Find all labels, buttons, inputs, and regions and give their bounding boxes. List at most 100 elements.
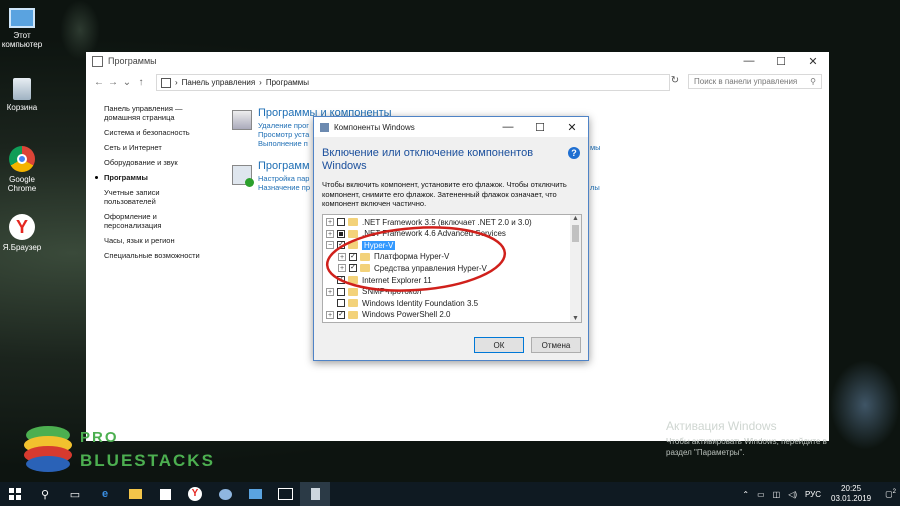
language-indicator[interactable]: РУС xyxy=(805,490,821,499)
dialog-description: Чтобы включить компонент, установите его… xyxy=(322,180,567,208)
logo-text-top: PRO xyxy=(80,429,119,446)
cancel-button[interactable]: Отмена xyxy=(531,337,581,353)
back-arrow-icon[interactable]: ← xyxy=(92,77,106,88)
nav-item[interactable]: Оборудование и звук xyxy=(104,158,224,167)
activation-title: Активация Windows xyxy=(666,419,777,433)
help-icon[interactable]: ? xyxy=(568,147,580,159)
feature-row[interactable]: + ✓ Windows PowerShell 2.0 xyxy=(326,309,450,321)
expand-toggle-icon[interactable]: + xyxy=(326,229,334,238)
display-icon[interactable]: ▭ xyxy=(757,490,765,499)
edge-icon[interactable]: e xyxy=(90,482,120,506)
refresh-icon[interactable]: ↻ xyxy=(670,75,680,86)
desktop-icon-label: Я.Браузер xyxy=(2,243,42,252)
nav-item[interactable]: Учетные записи пользователей xyxy=(104,188,224,206)
start-button[interactable] xyxy=(0,482,30,506)
feature-checkbox[interactable] xyxy=(337,218,345,226)
breadcrumb-item[interactable]: Панель управления xyxy=(182,78,256,87)
search-input[interactable]: Поиск в панели управления ⚲ xyxy=(688,74,822,89)
tree-scrollbar[interactable]: ▲ ▼ xyxy=(570,215,581,322)
feature-row[interactable]: ✓ Internet Explorer 11 xyxy=(326,274,432,286)
feature-row[interactable]: − ✓ Hyper-V xyxy=(326,239,396,251)
dialog-minimize-button[interactable]: — xyxy=(492,117,524,137)
default-programs-icon xyxy=(232,165,254,187)
nav-item[interactable]: Специальные возможности xyxy=(104,251,224,260)
clock[interactable]: 20:25 03.01.2019 xyxy=(831,484,871,504)
dialog-maximize-button[interactable]: ☐ xyxy=(524,117,556,137)
paint-icon[interactable] xyxy=(210,482,240,506)
feature-row[interactable]: + .NET Framework 3.5 (включает .NET 2.0 и… xyxy=(326,216,532,228)
feature-checkbox[interactable]: ✓ xyxy=(337,276,345,284)
scroll-down-icon[interactable]: ▼ xyxy=(570,315,581,322)
maximize-button[interactable]: ☐ xyxy=(765,52,797,70)
section-link[interactable]: Настройка пар xyxy=(258,174,310,183)
breadcrumb-item[interactable]: Программы xyxy=(266,78,309,87)
nav-item[interactable]: Панель управления — домашняя страница xyxy=(104,104,224,122)
yandex-browser-icon: Y xyxy=(9,214,35,240)
desktop-icon-yandex[interactable]: Y Я.Браузер xyxy=(0,214,44,252)
feature-row[interactable]: + .NET Framework 4.6 Advanced Services xyxy=(326,228,506,240)
volume-icon[interactable]: ◁) xyxy=(788,490,797,499)
folder-icon xyxy=(360,252,370,261)
feature-checkbox[interactable] xyxy=(337,287,345,296)
nav-item[interactable]: Оформление и персонализация xyxy=(104,212,224,230)
expand-toggle-icon[interactable]: + xyxy=(326,218,334,226)
search-icon[interactable]: ⚲ xyxy=(30,482,60,506)
expand-toggle-icon[interactable]: + xyxy=(338,252,346,261)
close-button[interactable]: ✕ xyxy=(797,52,829,70)
nav-item[interactable]: Система и безопасность xyxy=(104,128,224,137)
nav-item[interactable]: Часы, язык и регион xyxy=(104,236,224,245)
logo-text-bottom: BLUESTACKS xyxy=(80,451,215,470)
desktop-icon-this-pc[interactable]: Этот компьютер xyxy=(0,8,44,49)
dialog-close-button[interactable]: ✕ xyxy=(556,117,588,137)
section-heading[interactable]: Программ xyxy=(258,160,310,172)
feature-row[interactable]: + ✓ Средства управления Hyper-V xyxy=(338,262,487,274)
forward-arrow-icon[interactable]: → xyxy=(106,77,120,88)
notification-icon[interactable]: ▢2 xyxy=(885,489,896,499)
control-panel-taskbar-icon[interactable] xyxy=(300,482,330,506)
feature-label: Windows PowerShell 2.0 xyxy=(362,310,451,320)
feature-checkbox[interactable] xyxy=(337,229,345,238)
minimize-button[interactable]: — xyxy=(733,52,765,70)
photos-icon[interactable] xyxy=(270,482,300,506)
task-view-icon[interactable]: ▭ xyxy=(60,482,90,506)
ok-button[interactable]: ОК xyxy=(474,337,524,353)
section-link[interactable]: мы xyxy=(590,143,601,152)
dialog-heading: Включение или отключение компонентов Win… xyxy=(322,147,534,172)
feature-checkbox[interactable]: ✓ xyxy=(349,264,357,273)
breadcrumb[interactable]: › Панель управления › Программы xyxy=(156,74,670,91)
desktop-icon-recycle-bin[interactable]: Корзина xyxy=(0,78,44,112)
scroll-up-icon[interactable]: ▲ xyxy=(570,215,581,222)
nav-item[interactable]: Сеть и Интернет xyxy=(104,143,224,152)
file-explorer-icon[interactable] xyxy=(120,482,150,506)
scroll-thumb[interactable] xyxy=(572,225,579,242)
expand-toggle-icon[interactable]: − xyxy=(326,241,334,250)
feature-row[interactable]: + SNMP-протокол xyxy=(326,286,421,298)
features-tree[interactable]: + .NET Framework 3.5 (включает .NET 2.0 и… xyxy=(322,214,582,323)
feature-checkbox[interactable] xyxy=(337,299,345,308)
up-arrow-icon[interactable]: ↑ xyxy=(134,77,148,88)
section-link[interactable]: лы xyxy=(590,183,600,192)
network-icon[interactable]: ◫ xyxy=(773,490,781,499)
feature-row[interactable]: + ✓ Платформа Hyper-V xyxy=(338,251,449,263)
chevron-up-icon[interactable]: ⌃ xyxy=(742,490,749,499)
remote-desktop-icon[interactable] xyxy=(240,482,270,506)
expand-toggle-icon[interactable]: + xyxy=(326,310,334,319)
expand-toggle-icon[interactable]: + xyxy=(338,264,346,273)
desktop-icon-chrome[interactable]: Google Chrome xyxy=(0,146,44,193)
feature-checkbox[interactable]: ✓ xyxy=(337,310,345,319)
windows-features-dialog: Компоненты Windows — ☐ ✕ Включение или о… xyxy=(313,116,589,361)
recent-pages-icon[interactable]: ⌄ xyxy=(120,77,134,88)
yandex-browser-icon[interactable]: Y xyxy=(180,482,210,506)
feature-checkbox[interactable]: ✓ xyxy=(349,252,357,261)
windows-features-icon xyxy=(320,122,329,132)
folder-icon xyxy=(348,218,358,226)
nav-item-active[interactable]: Программы xyxy=(95,173,224,182)
feature-label: .NET Framework 4.6 Advanced Services xyxy=(362,229,506,239)
feature-row[interactable]: Windows Identity Foundation 3.5 xyxy=(326,297,478,309)
feature-checkbox[interactable]: ✓ xyxy=(337,241,345,250)
expand-toggle-icon[interactable]: + xyxy=(326,287,334,296)
desktop-icon-label: Корзина xyxy=(6,103,38,112)
section-link[interactable]: Назначение пр xyxy=(258,183,310,192)
store-icon[interactable] xyxy=(150,482,180,506)
